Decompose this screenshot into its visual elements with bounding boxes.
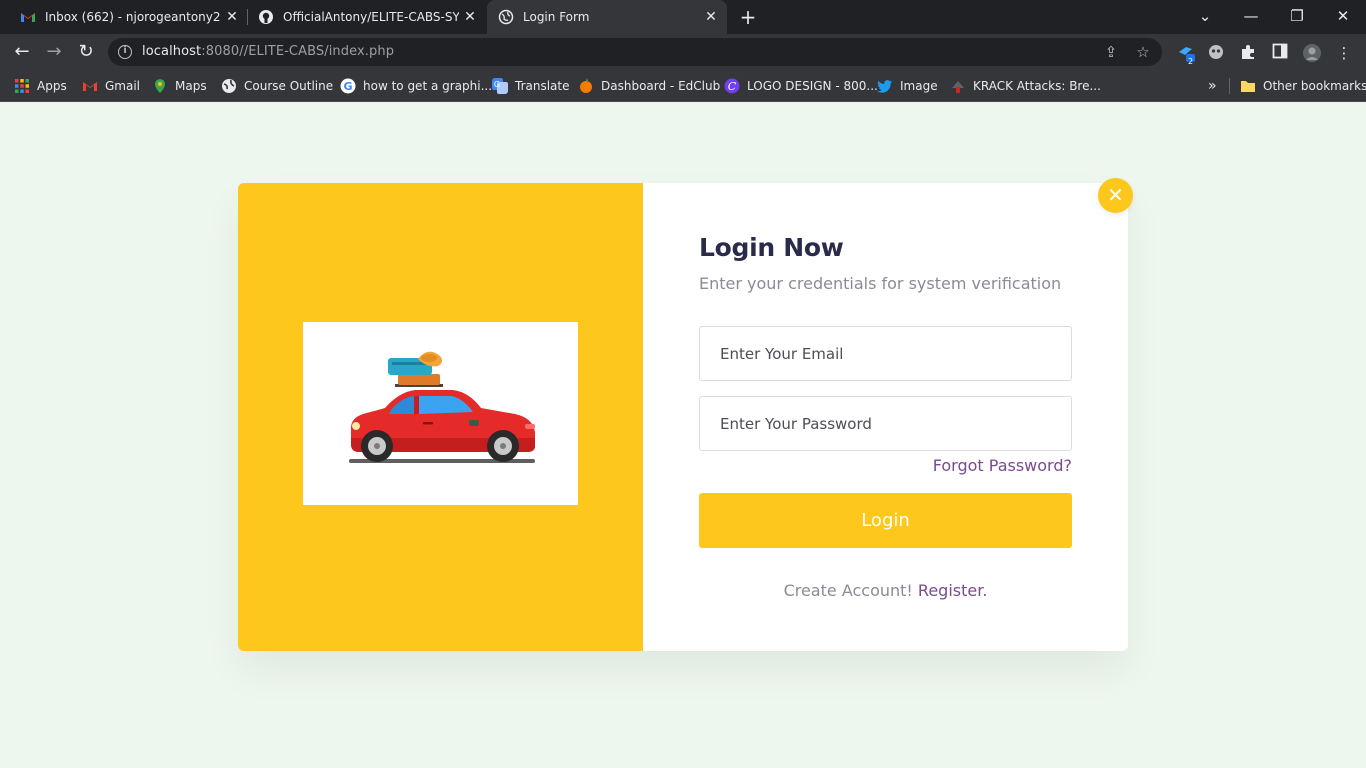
bookmark-label: Apps — [37, 79, 67, 93]
tab-gmail[interactable]: Inbox (662) - njorogeantony2020@ ✕ — [0, 0, 248, 34]
more-menu-icon[interactable]: ⋮ — [1334, 43, 1354, 63]
bookmark-translate[interactable]: G Translate — [492, 77, 570, 95]
illustration-panel — [238, 183, 643, 651]
bookmark-image[interactable]: Image — [877, 77, 938, 95]
bookmark-label: LOGO DESIGN - 800... — [747, 79, 878, 93]
extensions-puzzle-icon[interactable] — [1238, 43, 1258, 63]
bookmark-label: Course Outline — [244, 79, 334, 93]
forgot-password-link[interactable]: Forgot Password? — [933, 456, 1072, 475]
apps-grid-icon — [15, 79, 29, 93]
globe-icon — [498, 9, 514, 25]
email-field[interactable] — [699, 326, 1072, 381]
reload-icon[interactable]: ↻ — [74, 40, 98, 64]
bookmark-maps[interactable]: Maps — [152, 77, 207, 95]
tab-title: Login Form — [523, 10, 590, 24]
tab-title: Inbox (662) - njorogeantony2020@ — [45, 10, 221, 24]
close-icon: ✕ — [1107, 183, 1124, 207]
svg-text:C: C — [728, 80, 737, 93]
bookmark-apps[interactable]: Apps — [14, 77, 67, 95]
bookmark-label: Maps — [175, 79, 207, 93]
more-bookmarks-chevron-icon[interactable]: » — [1208, 77, 1217, 95]
browser-toolbar: ← → ↻ i localhost:8080//ELITE-CABS/index… — [0, 34, 1366, 70]
restore-icon[interactable]: ❐ — [1274, 0, 1320, 34]
ghost-extension-icon[interactable] — [1206, 43, 1226, 63]
translate-icon: G — [492, 78, 508, 94]
tab-login-form[interactable]: Login Form ✕ — [487, 0, 727, 34]
new-tab-plus-icon[interactable]: + — [738, 7, 758, 27]
svg-text:G: G — [494, 80, 500, 89]
bookmark-course-outline[interactable]: Course Outline — [221, 77, 333, 95]
close-icon[interactable]: ✕ — [703, 9, 719, 25]
bookmark-label: KRACK Attacks: Bre... — [973, 79, 1101, 93]
bookmark-logo-design[interactable]: C LOGO DESIGN - 800... — [724, 77, 878, 95]
extension-badge-icon[interactable]: 2 — [1176, 43, 1196, 66]
bookmark-separator — [1229, 78, 1230, 94]
globe-icon — [222, 79, 236, 93]
close-modal-button[interactable]: ✕ — [1098, 178, 1133, 213]
car-with-luggage-icon — [349, 351, 535, 463]
form-subtitle: Enter your credentials for system verifi… — [699, 274, 1062, 293]
twitter-icon — [877, 80, 892, 93]
svg-text:G: G — [343, 80, 352, 93]
github-icon — [259, 10, 273, 24]
register-prompt: Create Account! Register. — [699, 581, 1072, 600]
bookmark-graphics-search[interactable]: G how to get a graphi... — [340, 77, 492, 95]
folder-icon — [1241, 81, 1255, 92]
site-info-icon[interactable]: i — [118, 45, 132, 59]
edclub-icon — [580, 78, 592, 93]
side-panel-icon[interactable] — [1270, 43, 1290, 63]
bookmark-label: Image — [900, 79, 938, 93]
extension-badge-count: 2 — [1188, 57, 1194, 66]
password-field[interactable] — [699, 396, 1072, 451]
bookmark-label: how to get a graphi... — [363, 79, 493, 93]
register-link[interactable]: Register. — [918, 581, 988, 600]
bookmark-star-icon[interactable]: ☆ — [1134, 43, 1152, 61]
login-card: ✕ Login Now Enter your credentials for s… — [238, 178, 1133, 651]
bookmark-other-bookmarks[interactable]: Other bookmarks — [1240, 77, 1366, 95]
avatar[interactable] — [1302, 43, 1322, 63]
close-icon[interactable]: ✕ — [224, 9, 240, 25]
bookmark-label: Other bookmarks — [1263, 79, 1366, 93]
gmail-icon — [21, 13, 35, 22]
bookmark-krack-attacks[interactable]: KRACK Attacks: Bre... — [950, 77, 1101, 95]
window-close-icon[interactable]: ✕ — [1320, 0, 1366, 34]
share-icon[interactable]: ⇪ — [1102, 43, 1120, 61]
bookmark-label: Gmail — [105, 79, 141, 93]
gmail-icon — [83, 82, 97, 91]
google-icon: G — [340, 78, 356, 94]
krack-icon — [952, 81, 964, 93]
bookmarks-bar: Apps Gmail Maps Course Outline G how to … — [0, 70, 1366, 102]
bookmark-gmail[interactable]: Gmail — [82, 77, 140, 95]
browser-tabstrip: Inbox (662) - njorogeantony2020@ ✕ Offic… — [0, 0, 1366, 34]
address-bar[interactable]: i localhost:8080//ELITE-CABS/index.php ⇪… — [108, 38, 1162, 66]
maps-icon — [155, 79, 165, 93]
car-illustration — [303, 322, 578, 505]
tab-github[interactable]: OfficialAntony/ELITE-CABS-SYSTEM ✕ — [248, 0, 486, 34]
bookmark-label: Translate — [515, 79, 570, 93]
close-icon[interactable]: ✕ — [462, 9, 478, 25]
back-arrow-icon[interactable]: ← — [10, 40, 34, 64]
minimize-icon[interactable]: — — [1228, 0, 1274, 34]
bookmark-edclub[interactable]: Dashboard - EdClub — [578, 77, 720, 95]
page-title: Login Now — [699, 233, 844, 262]
bookmark-label: Dashboard - EdClub — [601, 79, 721, 93]
register-prompt-text: Create Account! — [783, 581, 913, 600]
url-text[interactable]: localhost:8080//ELITE-CABS/index.php — [142, 44, 394, 59]
forward-arrow-icon[interactable]: → — [42, 40, 66, 64]
canva-icon: C — [724, 78, 740, 94]
login-button[interactable]: Login — [699, 493, 1072, 548]
tab-search-chevron-icon[interactable]: ⌄ — [1182, 0, 1228, 34]
tab-title: OfficialAntony/ELITE-CABS-SYSTEM — [283, 10, 459, 24]
